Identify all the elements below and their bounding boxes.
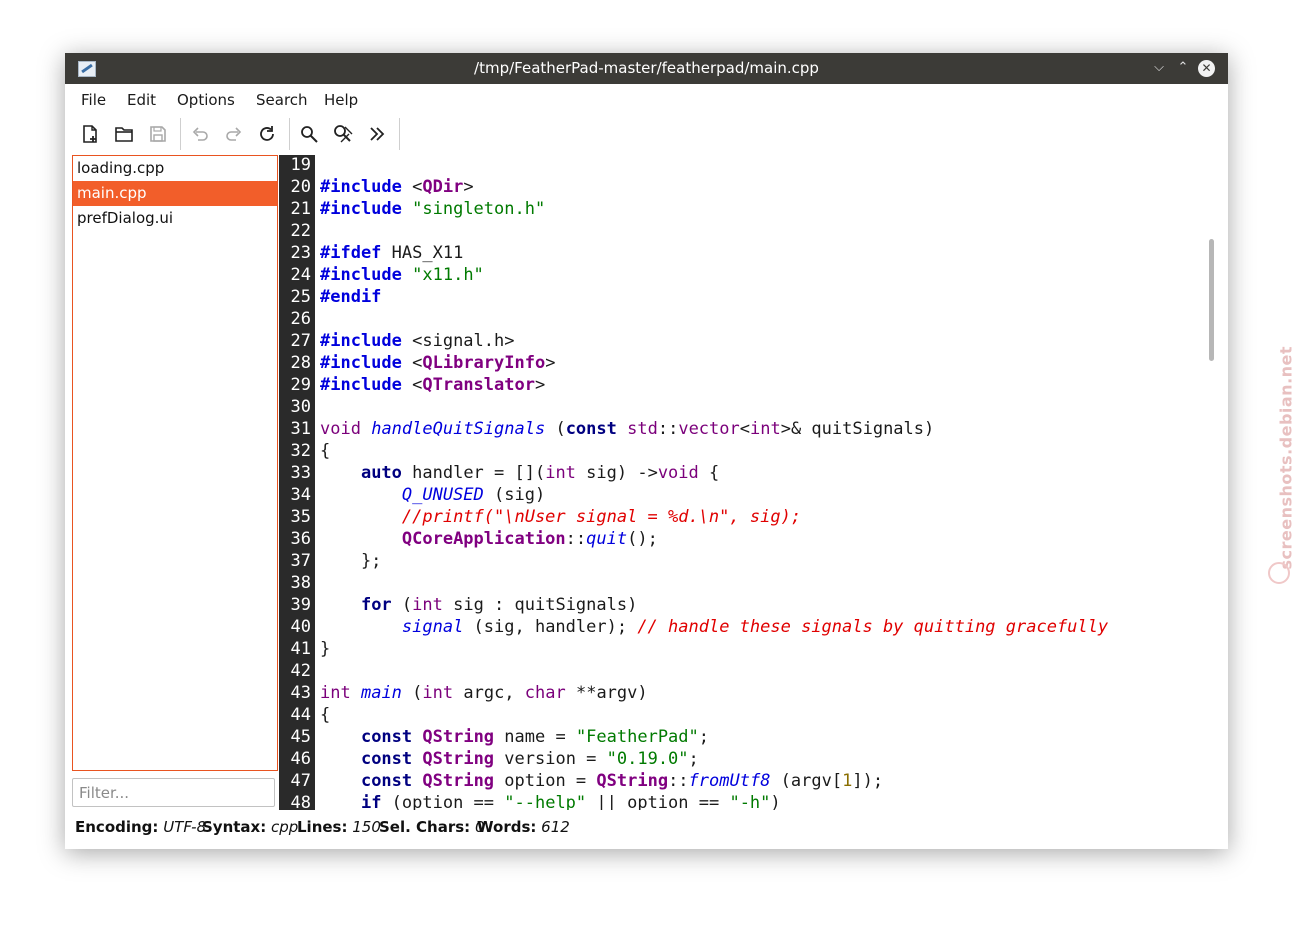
file-item-main-cpp[interactable]: main.cpp <box>73 181 277 206</box>
code-line: 37 }; <box>290 551 382 571</box>
code-line: 40 signal (sig, handler); // handle thes… <box>290 617 1109 637</box>
toolbar <box>65 116 1228 153</box>
close-button[interactable]: ✕ <box>1198 60 1215 77</box>
menu-options[interactable]: Options <box>177 91 235 109</box>
code-line: 35 //printf("\nUser signal = %d.\n", sig… <box>290 507 802 527</box>
status-syntax: Syntax: cpp <box>202 818 299 836</box>
watermark-logo-icon <box>1268 562 1290 584</box>
code-line: 48 if (option == "--help" || option == "… <box>290 793 781 810</box>
status-sel-chars: Sel. Chars: 0 <box>379 818 485 836</box>
code-line: 41} <box>290 639 331 659</box>
code-line: 43 int main (int argc, char **argv) <box>290 683 648 703</box>
redo-icon[interactable] <box>221 121 247 147</box>
go-to-line-icon[interactable] <box>364 121 390 147</box>
file-filter-input[interactable] <box>72 778 275 807</box>
menu-help[interactable]: Help <box>324 91 358 109</box>
featherpad-window: /tmp/FeatherPad-master/featherpad/main.c… <box>65 53 1228 849</box>
watermark-text: screenshots.debian.net <box>1276 345 1293 570</box>
find-replace-icon[interactable] <box>330 121 356 147</box>
menu-edit[interactable]: Edit <box>127 91 156 109</box>
menu-bar: File Edit Options Search Help <box>65 84 1228 114</box>
code-line: 36 QCoreApplication::quit(); <box>290 529 658 549</box>
code-line: 22 <box>290 221 311 241</box>
menu-file[interactable]: File <box>81 91 106 109</box>
code-line: 34 Q_UNUSED (sig) <box>290 485 546 505</box>
code-line: 25 #endif <box>290 287 382 307</box>
code-line: 42 <box>290 661 311 681</box>
code-line: 31 void handleQuitSignals (const std::vec… <box>290 419 935 439</box>
code-editor[interactable]: 19 20 #include <QDir> 21 #include "singlet… <box>279 155 1228 810</box>
code-line: 26 <box>290 309 311 329</box>
file-list: loading.cpp main.cpp prefDialog.ui <box>72 155 278 771</box>
code-line: 46 const QString version = "0.19.0"; <box>290 749 699 769</box>
status-words: Words: 612 <box>477 818 570 836</box>
status-encoding: Encoding: UTF-8 <box>75 818 207 836</box>
code-line: 24 #include "x11.h" <box>290 265 484 285</box>
minimize-button[interactable]: ⌵ <box>1149 58 1169 78</box>
code-line: 44{ <box>290 705 331 725</box>
code-line: 27 #include <signal.h> <box>290 331 515 351</box>
open-folder-icon[interactable] <box>111 121 137 147</box>
code-line: 33 auto handler = [](int sig) ->void { <box>290 463 720 483</box>
code-line: 45 const QString name = "FeatherPad"; <box>290 727 710 747</box>
menu-search[interactable]: Search <box>256 91 308 109</box>
maximize-button[interactable]: ⌃ <box>1173 58 1193 78</box>
toolbar-separator <box>399 118 400 150</box>
toolbar-separator <box>180 118 181 150</box>
status-lines: Lines: 150 <box>297 818 381 836</box>
code-line: 23 #ifdef HAS_X11 <box>290 243 464 263</box>
code-line: 30 <box>290 397 311 417</box>
new-document-icon[interactable] <box>77 121 103 147</box>
code-line: 39 for (int sig : quitSignals) <box>290 595 638 615</box>
save-icon[interactable] <box>145 121 171 147</box>
file-item-loading-cpp[interactable]: loading.cpp <box>73 156 277 181</box>
code-lines: 19 20 #include <QDir> 21 #include "singlet… <box>279 155 1209 810</box>
vertical-scrollbar[interactable] <box>1209 239 1214 361</box>
code-line: 28 #include <QLibraryInfo> <box>290 353 556 373</box>
code-line: 29 #include <QTranslator> <box>290 375 546 395</box>
status-bar: Encoding: UTF-8 Syntax: cpp Lines: 150 S… <box>65 813 1228 841</box>
code-line: 38 <box>290 573 311 593</box>
watermark: screenshots.debian.net <box>1268 345 1293 590</box>
file-item-prefdialog-ui[interactable]: prefDialog.ui <box>73 206 277 231</box>
code-line: 19 <box>290 155 311 175</box>
reload-icon[interactable] <box>254 121 280 147</box>
code-line: 32{ <box>290 441 331 461</box>
window-title: /tmp/FeatherPad-master/featherpad/main.c… <box>474 59 819 77</box>
find-icon[interactable] <box>296 121 322 147</box>
undo-icon[interactable] <box>187 121 213 147</box>
toolbar-separator <box>289 118 290 150</box>
title-bar: /tmp/FeatherPad-master/featherpad/main.c… <box>65 53 1228 84</box>
code-line: 20 #include <QDir> <box>290 177 474 197</box>
code-line: 21 #include "singleton.h" <box>290 199 546 219</box>
code-line: 47 const QString option = QString::fromU… <box>290 771 884 791</box>
